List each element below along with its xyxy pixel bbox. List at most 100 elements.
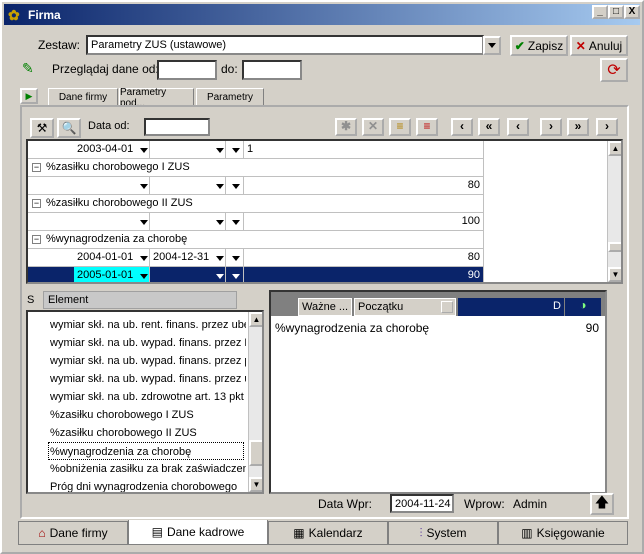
chevron-down-icon[interactable] [232,184,240,189]
bottom-tab-system[interactable]: ⫶ System [388,521,498,545]
play-button[interactable]: ▶ [20,88,38,104]
date-to-cell[interactable] [150,177,226,195]
zestaw-select[interactable]: Parametry ZUS (ustawowe) [86,35,484,55]
view-to-input[interactable] [242,60,302,80]
list-item[interactable]: wymiar skł. na ub. zdrowotne art. 13 pkt… [50,388,246,406]
list-item[interactable]: wymiar skł. na ub. rent. finans. przez u… [50,316,246,334]
date-to-cell[interactable] [150,141,226,159]
tools-button[interactable]: ⚒ [30,118,54,138]
chevron-down-icon[interactable] [216,274,224,279]
chevron-down-icon[interactable] [216,148,224,153]
chevron-down-icon[interactable] [140,274,148,279]
chevron-down-icon[interactable] [140,256,148,261]
nav-next-button[interactable]: › [596,118,618,136]
list-item[interactable]: wymiar skł. na ub. wypad. finans. przez … [50,352,246,370]
bottom-tab-kalendarz[interactable]: ▦ Kalendarz [268,521,388,545]
list-item[interactable]: %obniżenia zasiłku za brak zaświadczenia [50,460,246,478]
grid-group-label[interactable]: %wynagrodzenia za chorobę [28,231,244,249]
browse-icon[interactable]: ✎ [22,60,34,77]
list-item[interactable]: %zasiłku chorobowego I ZUS [50,406,246,424]
scroll-up-icon[interactable]: ▲ [608,141,621,156]
list-item[interactable]: %wynagrodzenia za chorobę [48,442,244,460]
save-button[interactable]: ✔ Zapisz [510,35,568,56]
grid-date-input[interactable] [144,118,210,136]
nav-back-button[interactable]: ‹ [507,118,529,136]
grid-group-label[interactable]: %zasiłku chorobowego I ZUS [28,159,244,177]
col-d-header[interactable]: D [458,298,564,316]
parameter-grid[interactable]: 2003-04-01 1 %zasiłku chorobowego I ZUS −80… [26,139,623,284]
refresh-button[interactable]: ⟳ [600,58,628,82]
grid-row[interactable]: 100 [28,213,608,231]
chevron-down-icon[interactable] [140,184,148,189]
grid-row[interactable]: %wynagrodzenia za chorobę − [28,231,608,249]
collapse-icon[interactable]: − [32,235,41,244]
chevron-down-icon[interactable] [232,274,240,279]
element-list[interactable]: wymiar skł. na ub. rent. finans. przez u… [26,310,264,494]
bottom-tab-dane-firmy[interactable]: ⌂ Dane firmy [18,521,128,545]
chevron-down-icon[interactable] [441,301,453,313]
nav-first-button[interactable]: « [478,118,500,136]
grid-value-cell[interactable] [244,231,484,249]
nav-last-button[interactable]: » [567,118,589,136]
col-wazne-header[interactable]: Ważne ... [298,298,352,316]
grid-row[interactable]: %zasiłku chorobowego II ZUS − [28,195,608,213]
bottom-tab-dane-kadrowe[interactable]: ▤ Dane kadrowe [128,520,268,545]
date-to-cell[interactable] [150,213,226,231]
new-record-button[interactable]: ✱ [335,118,357,136]
chevron-down-icon[interactable] [216,256,224,261]
grid-row[interactable]: %zasiłku chorobowego I ZUS − [28,159,608,177]
grid-value-cell[interactable]: 1 [244,141,484,159]
grid-value-cell[interactable] [244,159,484,177]
bottom-tab-ksiegowanie[interactable]: ▥ Księgowanie [498,521,628,545]
grid-value-cell[interactable]: 80 [244,177,484,195]
scroll-up-icon[interactable]: ▲ [249,312,262,327]
scroll-thumb[interactable] [608,242,621,252]
chevron-down-icon[interactable] [140,220,148,225]
tab-parametry[interactable]: Parametry [196,88,264,106]
list-item[interactable]: wymiar skł. na ub. wypad. finans. przez … [50,334,246,352]
grid-group-label[interactable]: %zasiłku chorobowego II ZUS [28,195,244,213]
close-button[interactable]: X [624,5,640,19]
date-to-cell[interactable] [150,267,226,282]
collapse-icon[interactable]: − [32,199,41,208]
grid-value-cell[interactable]: 90 [244,267,484,282]
nav-forward-button[interactable]: › [540,118,562,136]
list-scrollbar[interactable]: ▲ ▼ [248,312,262,492]
scroll-down-icon[interactable]: ▼ [249,477,262,492]
history-table[interactable]: Ważne ... Początku D ◑ %wynagrodzenia za… [269,290,607,494]
list-item[interactable]: wymiar skł. na ub. wypad. finans. przez … [50,370,246,388]
chevron-down-icon[interactable] [232,148,240,153]
col-poczatku-header[interactable]: Początku [354,298,456,316]
scroll-thumb[interactable] [249,440,262,466]
tab-dane-firmy[interactable]: Dane firmy [48,88,118,106]
tab-parametry-pod[interactable]: Parametry pod... [119,87,194,109]
date-from-cell[interactable]: 2003-04-01 [74,141,150,159]
date-from-cell[interactable] [74,213,150,231]
grid-value-cell[interactable]: 80 [244,249,484,267]
remove-row-button[interactable]: ≡ [416,118,438,136]
maximize-button[interactable]: □ [608,5,624,19]
date-to-cell[interactable]: 2004-12-31 [150,249,226,267]
zestaw-dropdown-button[interactable] [483,36,501,55]
chevron-down-icon[interactable] [140,148,148,153]
chevron-down-icon[interactable] [216,220,224,225]
cancel-button[interactable]: ✕ Anuluj [570,35,628,56]
date-from-cell[interactable] [74,177,150,195]
add-row-button[interactable]: ≡ [389,118,411,136]
date-from-cell[interactable]: 2005-01-01 [74,267,150,282]
title-bar[interactable]: ✿ Firma [4,4,640,25]
grid-scrollbar[interactable]: ▲ ▼ [607,141,621,282]
grid-row[interactable]: 2004-01-01 2004-12-31 80 [28,249,608,267]
delete-record-button[interactable]: ✕ [362,118,384,136]
scroll-down-icon[interactable]: ▼ [608,267,621,282]
globe-icon[interactable]: ◑ [565,298,601,316]
grid-row[interactable]: 2005-01-01 90 [28,267,608,282]
date-from-cell[interactable]: 2004-01-01 [74,249,150,267]
col-element-header[interactable]: Element [43,291,237,309]
chevron-down-icon[interactable] [216,184,224,189]
collapse-icon[interactable]: − [32,163,41,172]
list-item[interactable]: Próg dni wynagrodzenia chorobowego [50,478,246,492]
chevron-down-icon[interactable] [232,256,240,261]
search-button[interactable]: 🔍 [57,118,81,138]
grid-row[interactable]: 2003-04-01 1 [28,141,608,159]
